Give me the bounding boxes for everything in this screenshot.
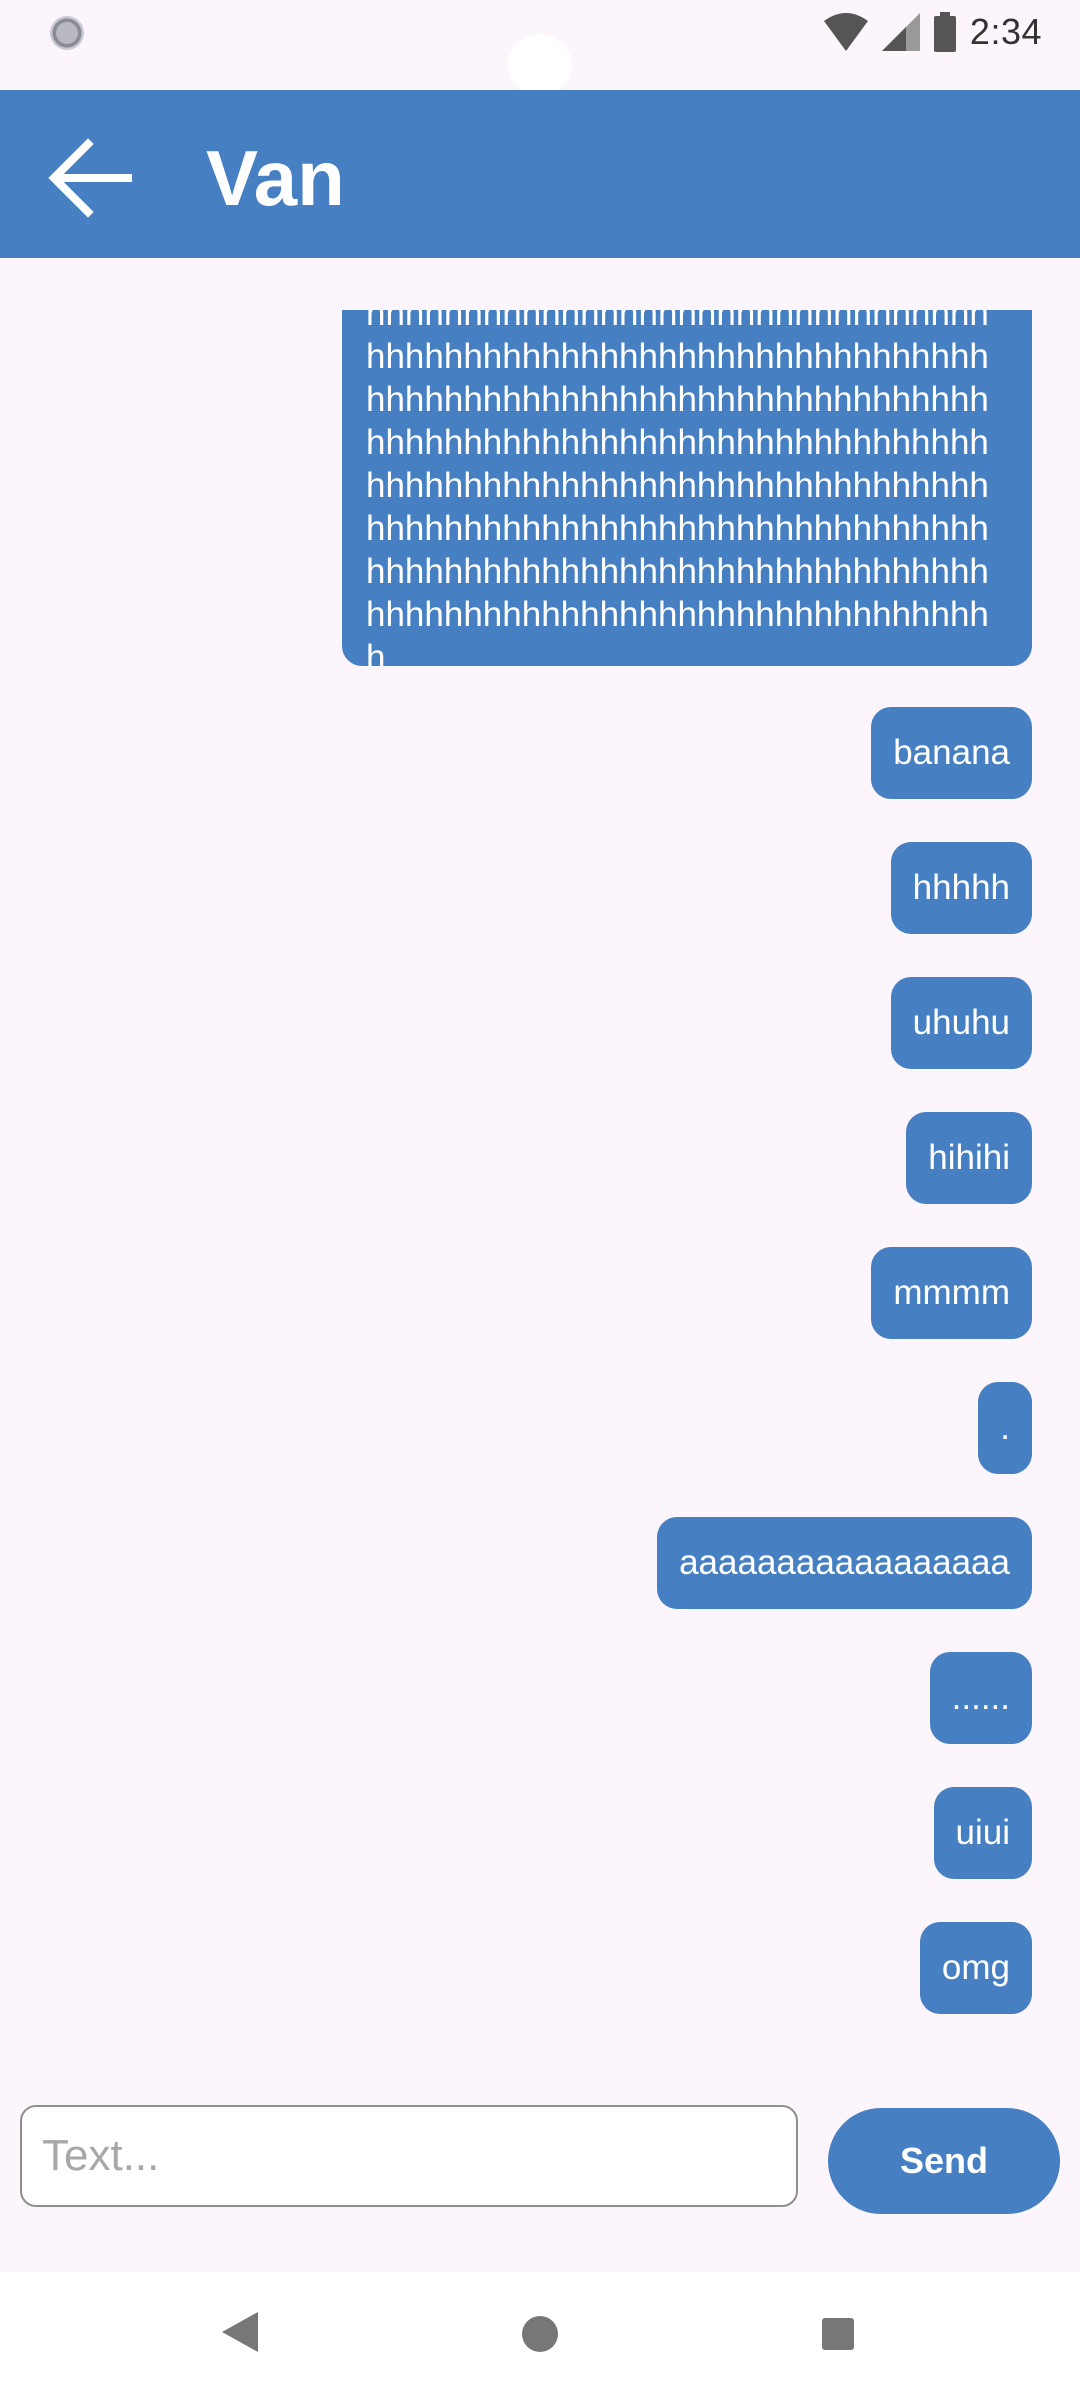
arrow-left-icon (48, 138, 132, 218)
camera-cutout (508, 34, 572, 96)
message-bubble[interactable]: omg (919, 1922, 1032, 2014)
status-bar: 2:34 (0, 0, 1080, 96)
conversation-title: Van (206, 134, 345, 222)
message-bubble[interactable]: mmmm (871, 1247, 1032, 1339)
message-bubble[interactable]: hhhhh (890, 842, 1032, 934)
message-bubble[interactable]: aaaaaaaaaaaaaaaaa (657, 1517, 1032, 1609)
message-text: hhhhhhhhhhhhhhhhhhhhhhhhhhhhhhhhhhhhhhhh… (366, 310, 989, 666)
app-bar: Van (0, 90, 1080, 258)
nav-back-icon[interactable] (222, 2312, 258, 2352)
message-bubble[interactable]: uiui (933, 1787, 1032, 1879)
message-input[interactable] (20, 2105, 798, 2207)
message-bubble[interactable]: hhhhhhhhhhhhhhhhhhhhhhhhhhhhhhhhhhhhhhhh… (342, 310, 1032, 666)
system-nav-bar (0, 2272, 1080, 2400)
signal-icon (881, 13, 920, 51)
message-bubble[interactable]: hihihi (906, 1112, 1032, 1204)
message-bubble[interactable]: ...... (929, 1652, 1032, 1744)
battery-icon (933, 12, 956, 52)
wifi-icon (823, 13, 868, 51)
message-bubble[interactable]: uhuhu (890, 977, 1032, 1069)
nav-home-icon[interactable] (522, 2316, 558, 2352)
message-bubble[interactable]: . (978, 1382, 1032, 1474)
sync-icon (50, 16, 84, 50)
message-bubble[interactable]: banana (871, 707, 1032, 799)
message-list[interactable]: hhhhhhhhhhhhhhhhhhhhhhhhhhhhhhhhhhhhhhhh… (0, 258, 1080, 2040)
status-icons: 2:34 (823, 6, 1042, 58)
nav-recents-icon[interactable] (822, 2318, 854, 2350)
send-button[interactable]: Send (828, 2108, 1060, 2214)
status-clock: 2:34 (969, 11, 1042, 52)
back-button[interactable] (42, 130, 138, 226)
